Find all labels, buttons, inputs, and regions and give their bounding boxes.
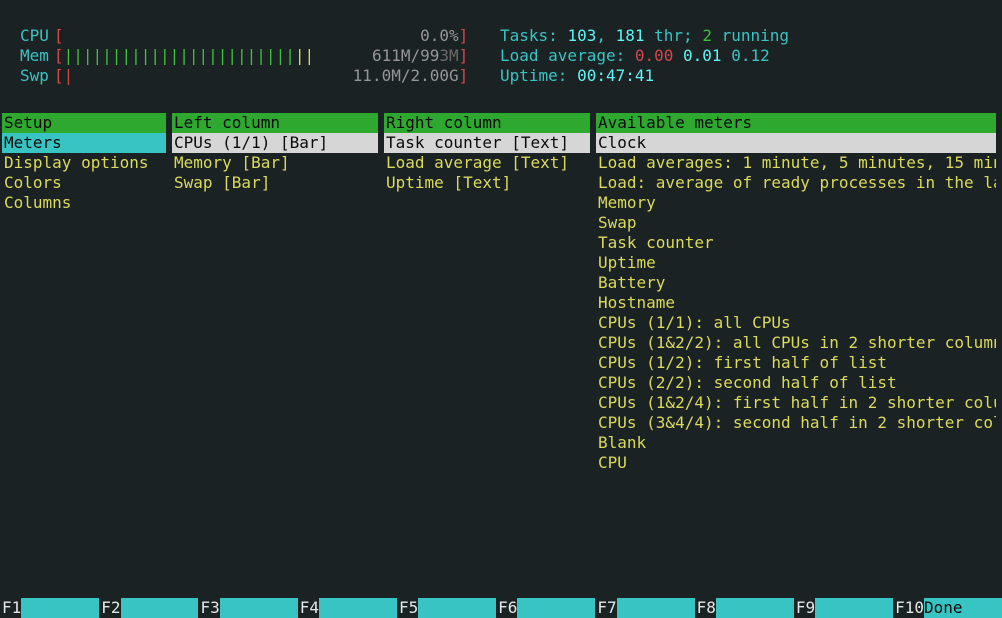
header-meters: CPU [ 0.0% ] Tasks: 103, 181 thr; 2 runn…	[0, 26, 1002, 86]
fkey-f3[interactable]: F3	[198, 598, 219, 618]
available-item[interactable]: Swap	[596, 213, 996, 233]
tasks-meter: Tasks: 103, 181 thr; 2 running	[490, 26, 789, 46]
available-item[interactable]: CPUs (1&2/4): first half in 2 shorter co…	[596, 393, 996, 413]
available-item[interactable]: Blank	[596, 433, 996, 453]
fkey-f7[interactable]: F7	[595, 598, 616, 618]
bracket-close: ]	[459, 26, 469, 46]
fkey-f4-action[interactable]	[319, 598, 397, 618]
panel-right-column-header: Right column	[384, 113, 590, 133]
panel-left-column-header: Left column	[172, 113, 378, 133]
fkey-f4[interactable]: F4	[298, 598, 319, 618]
left_column-item[interactable]: Swap [Bar]	[172, 173, 378, 193]
fkey-f6[interactable]: F6	[496, 598, 517, 618]
fkey-f2-action[interactable]	[121, 598, 199, 618]
available-item[interactable]: Hostname	[596, 293, 996, 313]
load-meter: Load average: 0.00 0.01 0.12	[490, 46, 770, 66]
setup-item[interactable]: Meters	[2, 133, 166, 153]
mem-value: 611M/99	[372, 46, 439, 65]
setup-item[interactable]: Columns	[2, 193, 166, 213]
fkey-f2[interactable]: F2	[99, 598, 120, 618]
panel-available-meters: Available meters ClockLoad averages: 1 m…	[596, 113, 996, 473]
left_column-item[interactable]: CPUs (1/1) [Bar]	[172, 133, 378, 153]
setup-item[interactable]: Display options	[2, 153, 166, 173]
function-key-bar: F1 F2 F3 F4 F5 F6 F7 F8 F9 F10Done	[0, 598, 1002, 618]
setup-item[interactable]: Colors	[2, 173, 166, 193]
available-item[interactable]: CPUs (1/1): all CPUs	[596, 313, 996, 333]
mem-bar-used: ||||||||||||||||||||||||	[64, 46, 295, 65]
right_column-item[interactable]: Task counter [Text]	[384, 133, 590, 153]
cpu-value: 0.0%	[420, 26, 459, 45]
available-item[interactable]: Task counter	[596, 233, 996, 253]
swp-meter: Swp [ | 11.0M/2.00G ]	[0, 66, 490, 86]
swp-label: Swp	[20, 66, 54, 86]
fkey-f5[interactable]: F5	[397, 598, 418, 618]
right_column-item[interactable]: Uptime [Text]	[384, 173, 590, 193]
fkey-f1-action[interactable]	[21, 598, 99, 618]
available-item[interactable]: CPU	[596, 453, 996, 473]
fkey-f3-action[interactable]	[220, 598, 298, 618]
fkey-f8[interactable]: F8	[695, 598, 716, 618]
fkey-f6-action[interactable]	[517, 598, 595, 618]
left_column-item[interactable]: Memory [Bar]	[172, 153, 378, 173]
panel-setup-header: Setup	[2, 113, 166, 133]
swp-value: 11.0M/2.00G	[353, 66, 459, 85]
cpu-label: CPU	[20, 26, 54, 46]
fkey-f9[interactable]: F9	[794, 598, 815, 618]
available-item[interactable]: CPUs (1&2/2): all CPUs in 2 shorter colu…	[596, 333, 996, 353]
fkey-f1[interactable]: F1	[0, 598, 21, 618]
mem-bar-cache: ||	[295, 46, 314, 65]
available-item[interactable]: CPUs (1/2): first half of list	[596, 353, 996, 373]
mem-meter: Mem [ |||||||||||||||||||||||||| 611M/99…	[0, 46, 490, 66]
available-item[interactable]: Battery	[596, 273, 996, 293]
fkey-f8-action[interactable]	[716, 598, 794, 618]
available-item[interactable]: Load: average of ready processes in the …	[596, 173, 996, 193]
panel-left-column: Left column CPUs (1/1) [Bar]Memory [Bar]…	[172, 113, 378, 473]
panel-right-column: Right column Task counter [Text]Load ave…	[384, 113, 590, 473]
swp-bar-used: |	[64, 66, 74, 85]
fkey-f10-action[interactable]: Done	[924, 598, 1002, 618]
available-item[interactable]: Load averages: 1 minute, 5 minutes, 15 m…	[596, 153, 996, 173]
available-item[interactable]: CPUs (3&4/4): second half in 2 shorter c…	[596, 413, 996, 433]
fkey-f9-action[interactable]	[815, 598, 893, 618]
uptime-meter: Uptime: 00:47:41	[490, 66, 654, 86]
fkey-f5-action[interactable]	[418, 598, 496, 618]
bracket-open: [	[54, 26, 64, 46]
available-item[interactable]: Uptime	[596, 253, 996, 273]
available-item[interactable]: Memory	[596, 193, 996, 213]
available-item[interactable]: CPUs (2/2): second half of list	[596, 373, 996, 393]
available-item[interactable]: Clock	[596, 133, 996, 153]
fkey-f7-action[interactable]	[617, 598, 695, 618]
mem-label: Mem	[20, 46, 54, 66]
panel-available-header: Available meters	[596, 113, 996, 133]
cpu-meter: CPU [ 0.0% ]	[0, 26, 490, 46]
fkey-f10[interactable]: F10	[893, 598, 924, 618]
setup-panels: Setup MetersDisplay optionsColorsColumns…	[2, 113, 1002, 473]
right_column-item[interactable]: Load average [Text]	[384, 153, 590, 173]
panel-setup: Setup MetersDisplay optionsColorsColumns	[2, 113, 166, 473]
